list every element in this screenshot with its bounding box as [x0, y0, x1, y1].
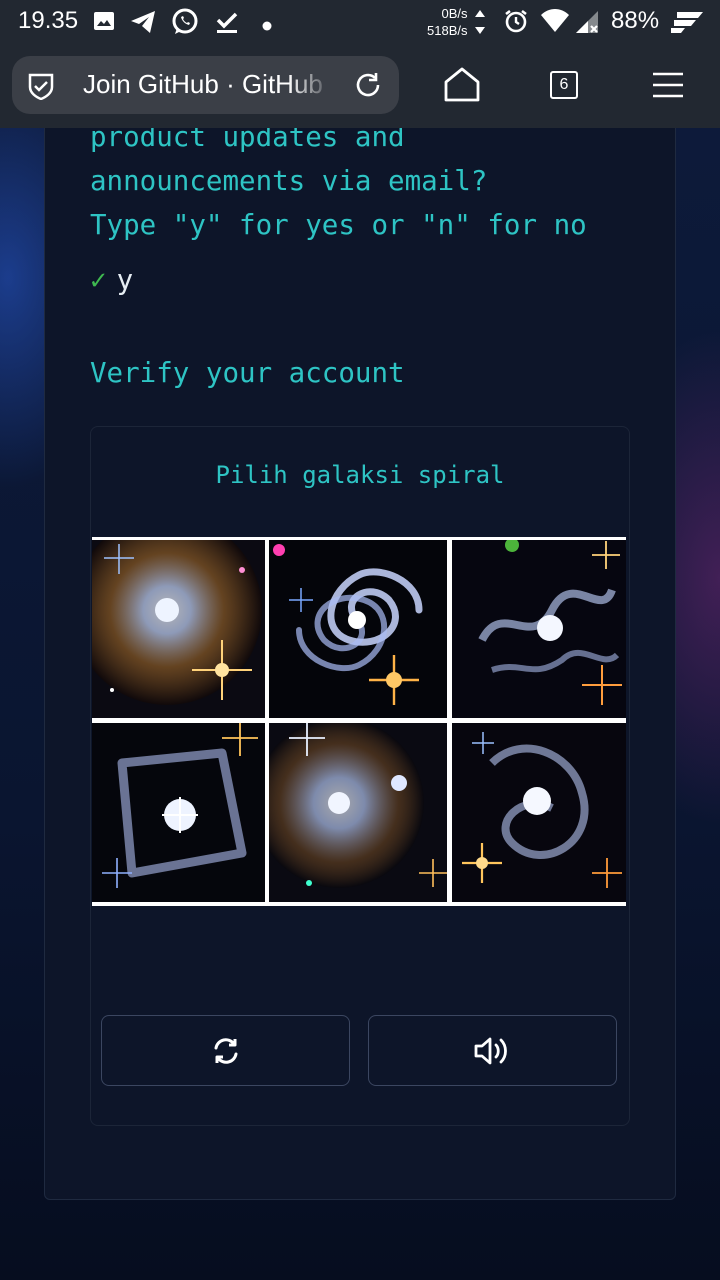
gallery-icon: [92, 9, 116, 37]
battery-saver-icon: [669, 10, 705, 38]
captcha-prompt: Pilih galaksi spiral: [215, 461, 505, 489]
galaxy-tile-4[interactable]: [92, 723, 265, 902]
shield-icon[interactable]: [28, 72, 54, 104]
terminal-answer: ✓ y: [90, 264, 133, 296]
check-icon: ✓: [90, 264, 107, 296]
net-up: 518B/s: [427, 23, 468, 38]
address-bar[interactable]: Join GitHub · GitHub: [12, 56, 399, 114]
battery-level: 88%: [611, 7, 660, 34]
galaxy-tile-1[interactable]: [92, 540, 265, 718]
reload-icon[interactable]: [353, 70, 383, 104]
signal-icon: [574, 9, 600, 39]
terminal-line-2: announcements via email?: [90, 165, 488, 197]
verify-heading: Verify your account: [90, 357, 405, 389]
alarm-icon: [503, 8, 529, 38]
home-icon[interactable]: [443, 66, 481, 106]
page-content: product updates and announcements via em…: [0, 128, 720, 1280]
captcha-panel: Pilih galaksi spiral: [90, 426, 630, 1126]
terminal-line-3: Type "y" for yes or "n" for no: [90, 209, 587, 241]
tab-switcher-button[interactable]: 6: [550, 71, 578, 99]
audio-captcha-button[interactable]: [368, 1015, 617, 1086]
refresh-captcha-button[interactable]: [101, 1015, 350, 1086]
notification-dot-icon: [262, 16, 272, 35]
transfer-arrows-icon: [474, 9, 486, 39]
browser-toolbar: Join GitHub · GitHub 6: [0, 44, 720, 128]
whatsapp-icon: [170, 7, 200, 41]
galaxy-tile-2[interactable]: [269, 540, 447, 718]
menu-icon[interactable]: [652, 71, 684, 103]
galaxy-tile-5[interactable]: [269, 723, 447, 902]
captcha-image-grid: [92, 537, 626, 906]
telegram-icon: [129, 9, 157, 39]
page-title[interactable]: Join GitHub · GitHub: [83, 69, 333, 101]
network-speed: 0B/s 518B/s: [427, 5, 467, 39]
answer-value: y: [116, 264, 134, 296]
net-down: 0B/s: [441, 6, 468, 21]
galaxy-tile-3[interactable]: [452, 540, 626, 718]
clock: 19.35: [18, 7, 79, 34]
wifi-icon: [540, 8, 570, 38]
download-done-icon: [214, 9, 240, 39]
terminal-line-1: product updates and: [90, 128, 405, 153]
galaxy-tile-6[interactable]: [452, 723, 626, 902]
status-bar: 19.35 0B/s 518B/s 88%: [0, 0, 720, 44]
